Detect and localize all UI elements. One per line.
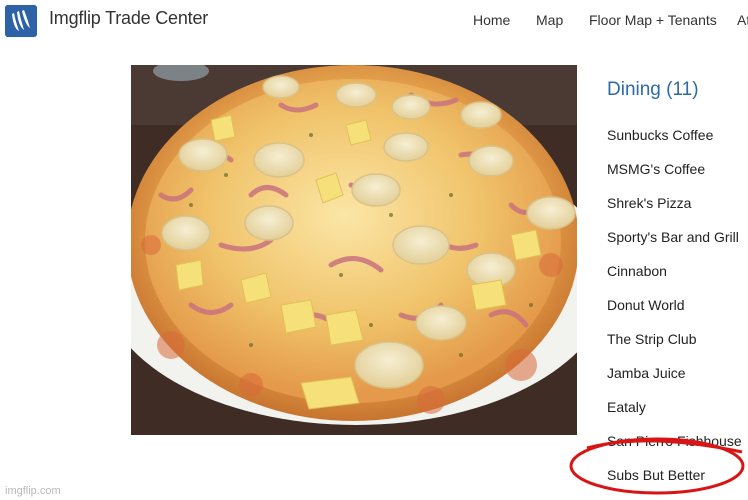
list-item[interactable]: Shrek's Pizza [607, 193, 742, 227]
list-item[interactable]: MSMG's Coffee [607, 159, 742, 193]
dining-list: Sunbucks Coffee MSMG's Coffee Shrek's Pi… [607, 125, 742, 499]
imgflip-watermark: imgflip.com [5, 485, 61, 497]
nav-link-floor-map-tenants[interactable]: Floor Map + Tenants [589, 12, 717, 28]
main-nav: Home Map Floor Map + Tenants At [0, 12, 748, 32]
list-item[interactable]: Sunbucks Coffee [607, 125, 742, 159]
nav-link-map[interactable]: Map [536, 12, 563, 28]
nav-link-home[interactable]: Home [473, 12, 510, 28]
list-item[interactable]: Donut World [607, 295, 742, 329]
list-item[interactable]: Eataly [607, 397, 742, 431]
list-item[interactable]: The Strip Club [607, 329, 742, 363]
nav-link-truncated[interactable]: At [737, 12, 748, 28]
site-header: Imgflip Trade Center Home Map Floor Map … [0, 0, 748, 44]
list-item[interactable]: Cinnabon [607, 261, 742, 295]
list-item[interactable]: Jamba Juice [607, 363, 742, 397]
dining-heading[interactable]: Dining (11) [607, 79, 699, 101]
list-item[interactable]: Subs But Better [607, 465, 742, 499]
list-item[interactable]: Sporty's Bar and Grill [607, 227, 742, 261]
pizza-photo [131, 65, 577, 435]
list-item[interactable]: San Pierro Fishhouse [607, 431, 742, 465]
